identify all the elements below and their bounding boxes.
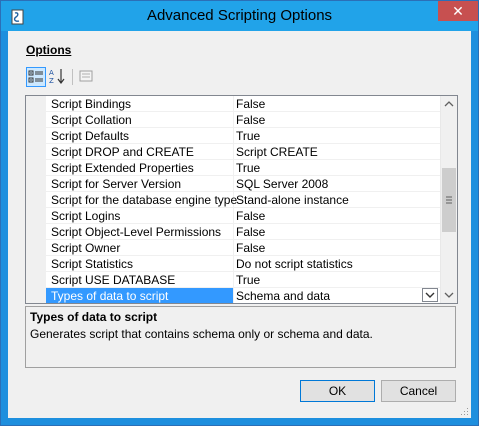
scroll-up-button[interactable] bbox=[441, 96, 457, 113]
title-bar[interactable]: Advanced Scripting Options ✕ bbox=[1, 1, 478, 31]
property-row[interactable]: Script Logins False bbox=[26, 208, 440, 224]
property-value[interactable]: Stand-alone instance bbox=[236, 193, 349, 207]
alphabetical-button[interactable]: A Z bbox=[48, 67, 68, 87]
chevron-down-icon bbox=[425, 292, 435, 298]
property-name[interactable]: Script Owner bbox=[51, 241, 120, 255]
property-value[interactable]: Schema and data bbox=[236, 289, 330, 303]
window-title: Advanced Scripting Options bbox=[146, 7, 333, 24]
property-name[interactable]: Script USE DATABASE bbox=[51, 273, 175, 287]
property-name[interactable]: Script Collation bbox=[51, 113, 132, 127]
dialog-body: Options A Z Script Bindings False Script… bbox=[8, 31, 471, 418]
property-name[interactable]: Script Bindings bbox=[51, 97, 131, 111]
property-value[interactable]: False bbox=[236, 113, 265, 127]
vertical-scrollbar[interactable] bbox=[440, 96, 457, 303]
property-value[interactable]: False bbox=[236, 241, 265, 255]
property-row[interactable]: Script USE DATABASE True bbox=[26, 272, 440, 288]
property-name[interactable]: Script Statistics bbox=[51, 257, 133, 271]
property-name[interactable]: Script Extended Properties bbox=[51, 161, 194, 175]
property-row[interactable]: Types of data to script Schema and data bbox=[26, 288, 440, 304]
resize-grip-icon[interactable] bbox=[459, 406, 469, 416]
close-icon: ✕ bbox=[452, 3, 464, 19]
close-button[interactable]: ✕ bbox=[438, 1, 478, 21]
svg-text:Z: Z bbox=[49, 77, 54, 85]
property-row[interactable]: Script Statistics Do not script statistic… bbox=[26, 256, 440, 272]
options-heading-text: Options bbox=[26, 43, 72, 57]
categorized-button[interactable] bbox=[26, 67, 46, 87]
property-row[interactable]: Script for the database engine type Stand… bbox=[26, 192, 440, 208]
categorized-icon bbox=[28, 70, 43, 83]
ok-button[interactable]: OK bbox=[300, 380, 375, 402]
property-value[interactable]: True bbox=[236, 273, 260, 287]
property-value[interactable]: SQL Server 2008 bbox=[236, 177, 328, 191]
property-name[interactable]: Script Logins bbox=[51, 209, 120, 223]
description-panel: Types of data to script Generates script… bbox=[25, 306, 456, 368]
svg-text:A: A bbox=[49, 69, 54, 77]
property-name[interactable]: Script for the database engine type bbox=[51, 193, 237, 207]
property-value[interactable]: True bbox=[236, 129, 260, 143]
property-name[interactable]: Script DROP and CREATE bbox=[51, 145, 194, 159]
property-value[interactable]: Script CREATE bbox=[236, 145, 318, 159]
description-title: Types of data to script bbox=[30, 310, 158, 324]
dialog-window: Advanced Scripting Options ✕ Options A Z bbox=[0, 0, 479, 426]
options-heading: Options bbox=[26, 43, 71, 57]
property-value[interactable]: False bbox=[236, 209, 265, 223]
property-row[interactable]: Script Defaults True bbox=[26, 128, 440, 144]
value-dropdown-button[interactable] bbox=[422, 288, 438, 302]
property-row[interactable]: Script Object-Level Permissions False bbox=[26, 224, 440, 240]
alphabetical-icon: A Z bbox=[49, 69, 65, 85]
grip-icon bbox=[446, 196, 452, 204]
property-row[interactable]: Script Collation False bbox=[26, 112, 440, 128]
property-name[interactable]: Script Object-Level Permissions bbox=[51, 225, 221, 239]
property-row[interactable]: Script Owner False bbox=[26, 240, 440, 256]
property-row[interactable]: Script Bindings False bbox=[26, 96, 440, 112]
scroll-down-button[interactable] bbox=[441, 286, 457, 303]
property-name[interactable]: Script Defaults bbox=[51, 129, 129, 143]
description-text: Generates script that contains schema on… bbox=[30, 327, 373, 341]
property-pages-icon bbox=[79, 70, 93, 82]
property-row[interactable]: Script Extended Properties True bbox=[26, 160, 440, 176]
property-name[interactable]: Script for Server Version bbox=[51, 177, 181, 191]
property-value[interactable]: True bbox=[236, 161, 260, 175]
scroll-thumb[interactable] bbox=[442, 168, 456, 232]
property-pages-button[interactable] bbox=[77, 67, 97, 87]
row-divider bbox=[46, 303, 440, 304]
scroll-down-icon bbox=[444, 292, 454, 298]
property-row[interactable]: Script DROP and CREATE Script CREATE bbox=[26, 144, 440, 160]
scroll-up-icon bbox=[444, 101, 454, 107]
property-name[interactable]: Types of data to script bbox=[51, 289, 168, 303]
cancel-button[interactable]: Cancel bbox=[381, 380, 456, 402]
toolbar-separator bbox=[72, 69, 73, 85]
property-value[interactable]: False bbox=[236, 225, 265, 239]
property-grid: Script Bindings False Script Collation Fals… bbox=[25, 95, 458, 304]
property-value[interactable]: Do not script statistics bbox=[236, 257, 353, 271]
property-row[interactable]: Script for Server Version SQL Server 2008 bbox=[26, 176, 440, 192]
property-value[interactable]: False bbox=[236, 97, 265, 111]
